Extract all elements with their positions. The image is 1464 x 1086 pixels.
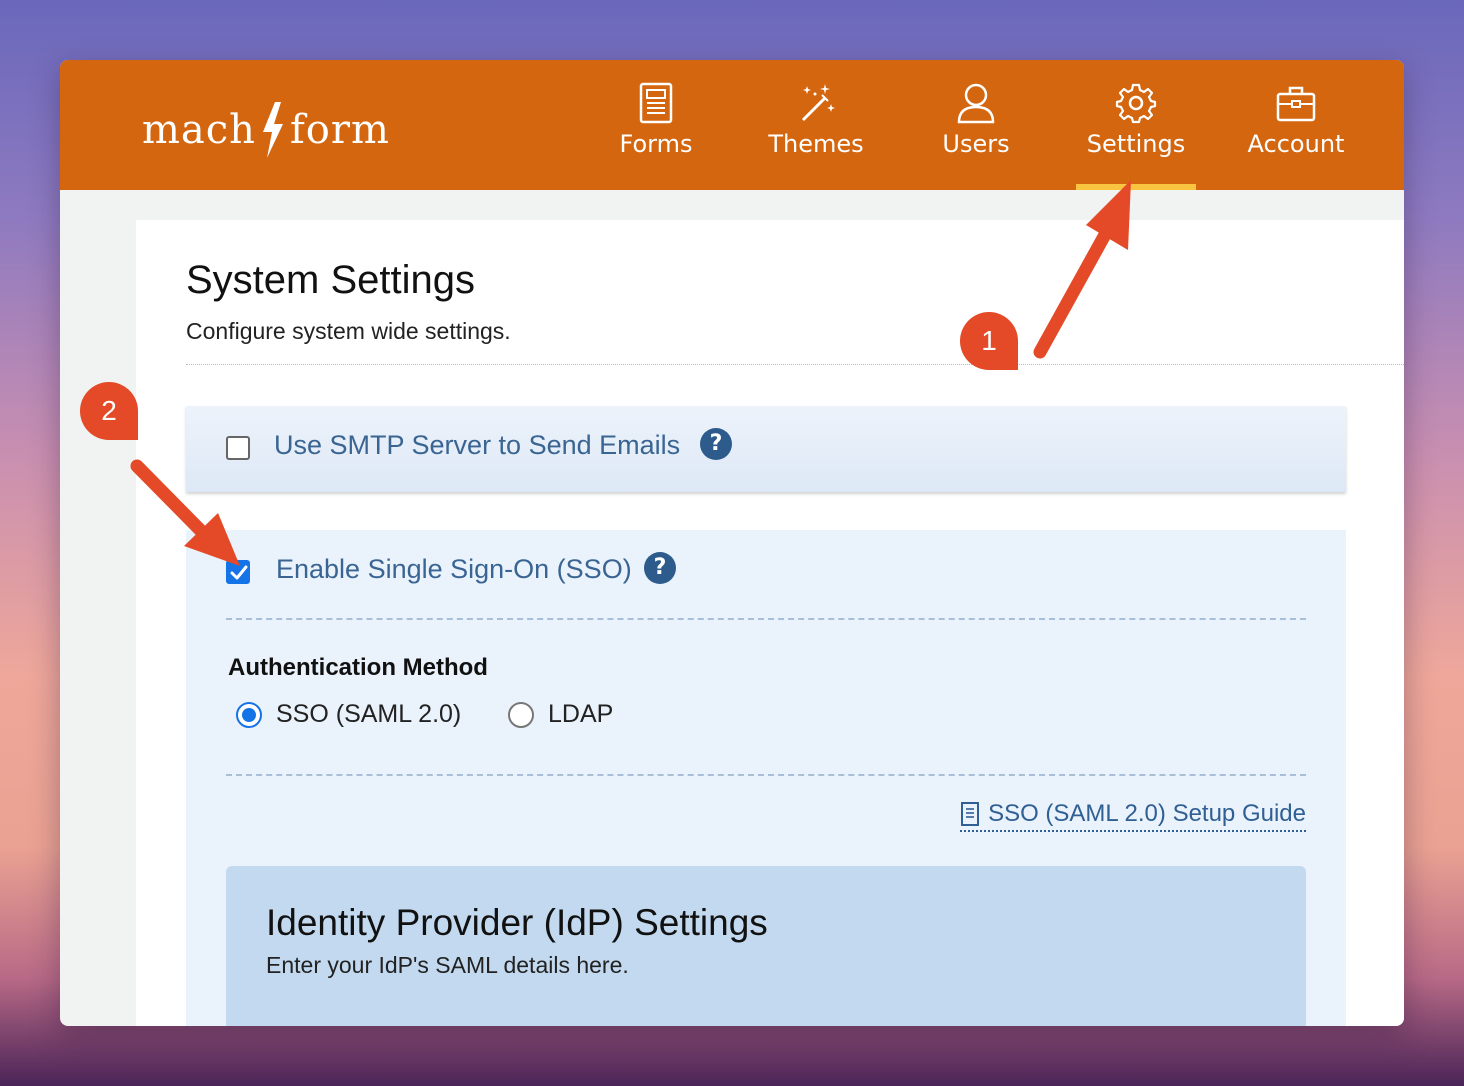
nav-account-label: Account <box>1247 130 1345 158</box>
app-window: mach form Forms Themes Users Settings Ac… <box>60 60 1404 1026</box>
sso-setup-guide-link[interactable]: SSO (SAML 2.0) Setup Guide <box>960 800 1306 832</box>
active-tab-indicator <box>1076 184 1196 190</box>
checkmark-icon <box>230 565 248 580</box>
logo-text-mach: mach <box>142 107 256 153</box>
sso-setup-guide-text: SSO (SAML 2.0) Setup Guide <box>988 800 1306 827</box>
nav-users[interactable]: Users <box>916 82 1036 190</box>
page-subtitle: Configure system wide settings. <box>186 318 511 344</box>
idp-settings-panel: Identity Provider (IdP) Settings Enter y… <box>226 866 1306 1026</box>
radio-sso-saml-label[interactable]: SSO (SAML 2.0) <box>276 700 461 729</box>
lightning-bolt-icon <box>262 102 283 158</box>
nav-themes-label: Themes <box>768 130 864 158</box>
idp-title: Identity Provider (IdP) Settings <box>266 902 768 943</box>
form-document-icon <box>639 82 673 124</box>
radio-sso-saml[interactable] <box>236 702 262 728</box>
smtp-help-icon[interactable]: ? <box>700 428 732 460</box>
idp-subtitle: Enter your IdP's SAML details here. <box>266 952 629 978</box>
magic-wand-icon <box>801 84 835 122</box>
callout-2: 2 <box>80 382 138 440</box>
top-navigation-bar: mach form Forms Themes Users Settings Ac… <box>60 60 1404 190</box>
gear-icon <box>1115 83 1157 124</box>
sso-panel: Enable Single Sign-On (SSO) ? Authentica… <box>186 530 1346 1026</box>
nav-settings[interactable]: Settings <box>1076 82 1196 190</box>
divider <box>186 364 1404 365</box>
machform-logo[interactable]: mach form <box>142 100 390 160</box>
smtp-checkbox[interactable] <box>226 436 250 460</box>
radio-ldap[interactable] <box>508 702 534 728</box>
logo-text-form: form <box>289 107 390 153</box>
briefcase-icon <box>1276 86 1316 122</box>
sso-help-icon[interactable]: ? <box>644 552 676 584</box>
nav-forms[interactable]: Forms <box>596 82 716 190</box>
auth-method-title: Authentication Method <box>228 654 488 681</box>
nav-users-label: Users <box>942 130 1010 158</box>
user-icon <box>957 83 995 124</box>
nav-themes[interactable]: Themes <box>756 82 876 190</box>
dashed-divider <box>226 618 1306 620</box>
nav-account[interactable]: Account <box>1236 82 1356 190</box>
sso-checkbox[interactable] <box>226 560 250 584</box>
dashed-divider <box>226 774 1306 776</box>
smtp-label[interactable]: Use SMTP Server to Send Emails <box>274 430 680 461</box>
page-title: System Settings <box>186 258 476 302</box>
settings-card: System Settings Configure system wide se… <box>136 220 1404 1026</box>
callout-1: 1 <box>960 312 1018 370</box>
nav-forms-label: Forms <box>619 130 693 158</box>
nav-settings-label: Settings <box>1086 130 1186 158</box>
smtp-panel: Use SMTP Server to Send Emails ? <box>186 406 1346 492</box>
radio-ldap-label[interactable]: LDAP <box>548 700 613 729</box>
sso-label[interactable]: Enable Single Sign-On (SSO) <box>276 554 632 585</box>
document-icon <box>961 802 980 826</box>
